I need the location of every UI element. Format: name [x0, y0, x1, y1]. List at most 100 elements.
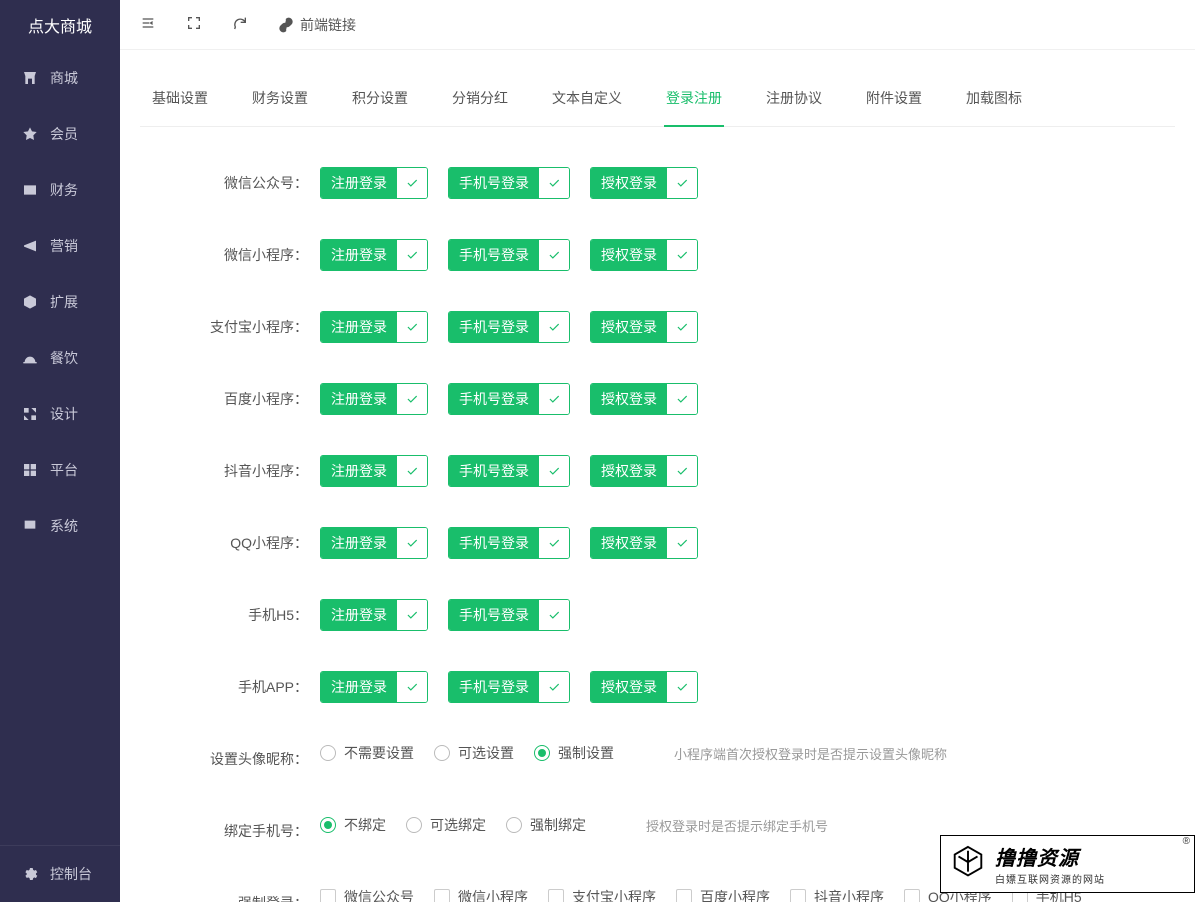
- login-option-button[interactable]: 注册登录: [320, 455, 428, 487]
- radio-option[interactable]: 可选绑定: [406, 815, 486, 835]
- check-icon: [539, 672, 569, 702]
- sidebar-item-label: 控制台: [50, 864, 92, 884]
- login-option-button[interactable]: 手机号登录: [448, 239, 570, 271]
- row-label: 微信小程序：: [140, 239, 320, 271]
- check-icon: [397, 456, 427, 486]
- login-option-button[interactable]: 手机号登录: [448, 455, 570, 487]
- collapse-icon[interactable]: [140, 15, 156, 34]
- tab-6[interactable]: 注册协议: [764, 70, 824, 126]
- login-option-button[interactable]: 注册登录: [320, 383, 428, 415]
- sidebar-item-7[interactable]: 平台: [0, 442, 120, 498]
- platform-row-0: 微信公众号：注册登录手机号登录授权登录: [140, 147, 1175, 219]
- row-controls: 注册登录 手机号登录授权登录: [320, 527, 1175, 559]
- login-option-button[interactable]: 手机号登录: [448, 599, 570, 631]
- login-option-button[interactable]: 手机号登录: [448, 671, 570, 703]
- sidebar-item-8[interactable]: 系统: [0, 498, 120, 554]
- row-label: 微信公众号：: [140, 167, 320, 199]
- login-option-label: 授权登录: [591, 528, 667, 558]
- tab-3[interactable]: 分销分红: [450, 70, 510, 126]
- platform-icon: [22, 462, 38, 478]
- tab-5[interactable]: 登录注册: [664, 70, 724, 126]
- login-option-label: 授权登录: [591, 672, 667, 702]
- checkbox-option[interactable]: 微信公众号: [320, 887, 414, 902]
- content: 基础设置财务设置积分设置分销分红文本自定义登录注册注册协议附件设置加载图标 微信…: [120, 50, 1195, 902]
- radio-option[interactable]: 不需要设置: [320, 743, 414, 763]
- radio-option[interactable]: 不绑定: [320, 815, 386, 835]
- checkbox-option[interactable]: 支付宝小程序: [548, 887, 656, 902]
- login-option-button[interactable]: 注册登录: [320, 671, 428, 703]
- login-option-button[interactable]: 手机号登录: [448, 167, 570, 199]
- login-option-label: 授权登录: [591, 456, 667, 486]
- platform-row-3: 百度小程序：注册登录手机号登录授权登录: [140, 363, 1175, 435]
- login-option-button[interactable]: 授权登录: [590, 239, 698, 271]
- radio-option[interactable]: 强制绑定: [506, 815, 586, 835]
- sidebar-item-label: 系统: [50, 516, 78, 536]
- login-option-button[interactable]: 注册登录: [320, 167, 428, 199]
- check-icon: [397, 240, 427, 270]
- sidebar-item-0[interactable]: 商城: [0, 50, 120, 106]
- login-option-button[interactable]: 授权登录: [590, 383, 698, 415]
- login-option-button[interactable]: 手机号登录: [448, 311, 570, 343]
- sidebar-item-5[interactable]: 餐饮: [0, 330, 120, 386]
- checkbox-option[interactable]: 微信小程序: [434, 887, 528, 902]
- row-label: QQ小程序：: [140, 527, 320, 559]
- sidebar-item-4[interactable]: 扩展: [0, 274, 120, 330]
- checkbox-label: 百度小程序: [700, 887, 770, 902]
- check-icon: [397, 168, 427, 198]
- radio-icon: [320, 745, 336, 761]
- login-option-button[interactable]: 注册登录: [320, 527, 428, 559]
- platform-row-6: 手机H5：注册登录手机号登录: [140, 579, 1175, 651]
- login-option-button[interactable]: 授权登录: [590, 671, 698, 703]
- sidebar-item-label: 扩展: [50, 292, 78, 312]
- login-option-button[interactable]: 授权登录: [590, 311, 698, 343]
- sidebar-item-2[interactable]: 财务: [0, 162, 120, 218]
- login-option-label: 授权登录: [591, 168, 667, 198]
- tab-2[interactable]: 积分设置: [350, 70, 410, 126]
- platform-row-7: 手机APP：注册登录手机号登录授权登录: [140, 651, 1175, 723]
- login-option-button[interactable]: 授权登录: [590, 455, 698, 487]
- radio-option[interactable]: 可选设置: [434, 743, 514, 763]
- radio-label: 强制设置: [558, 743, 614, 763]
- checkbox-option[interactable]: 抖音小程序: [790, 887, 884, 902]
- tab-4[interactable]: 文本自定义: [550, 70, 624, 126]
- platform-row-2: 支付宝小程序：注册登录手机号登录授权登录: [140, 291, 1175, 363]
- sidebar-item-6[interactable]: 设计: [0, 386, 120, 442]
- sidebar-item-1[interactable]: 会员: [0, 106, 120, 162]
- tab-0[interactable]: 基础设置: [150, 70, 210, 126]
- row-label: 手机APP：: [140, 671, 320, 703]
- check-icon: [539, 312, 569, 342]
- radio-icon: [534, 745, 550, 761]
- tabs: 基础设置财务设置积分设置分销分红文本自定义登录注册注册协议附件设置加载图标: [140, 70, 1175, 127]
- radio-option[interactable]: 强制设置: [534, 743, 614, 763]
- fullscreen-icon[interactable]: [186, 15, 202, 34]
- tab-1[interactable]: 财务设置: [250, 70, 310, 126]
- login-option-button[interactable]: 注册登录: [320, 239, 428, 271]
- check-icon: [667, 384, 697, 414]
- row-label: 绑定手机号：: [140, 815, 320, 847]
- row-controls: 不绑定可选绑定强制绑定授权登录时是否提示绑定手机号: [320, 815, 1175, 835]
- login-option-button[interactable]: 注册登录: [320, 311, 428, 343]
- login-option-label: 注册登录: [321, 528, 397, 558]
- check-icon: [667, 528, 697, 558]
- check-icon: [667, 240, 697, 270]
- login-option-button[interactable]: 手机号登录: [448, 383, 570, 415]
- login-option-button[interactable]: 授权登录: [590, 527, 698, 559]
- check-icon: [397, 600, 427, 630]
- check-icon: [667, 168, 697, 198]
- login-option-label: 手机号登录: [449, 312, 539, 342]
- checkbox-option[interactable]: 百度小程序: [676, 887, 770, 902]
- tab-8[interactable]: 加载图标: [964, 70, 1024, 126]
- login-option-label: 授权登录: [591, 312, 667, 342]
- login-option-button[interactable]: 授权登录: [590, 167, 698, 199]
- refresh-icon[interactable]: [232, 15, 248, 34]
- tab-7[interactable]: 附件设置: [864, 70, 924, 126]
- extend-icon: [22, 294, 38, 310]
- front-link[interactable]: 前端链接: [278, 15, 356, 35]
- sidebar-item-3[interactable]: 营销: [0, 218, 120, 274]
- sidebar-item-console[interactable]: 控制台: [0, 846, 120, 902]
- finance-icon: [22, 182, 38, 198]
- login-option-button[interactable]: 注册登录: [320, 599, 428, 631]
- login-option-button[interactable]: 手机号登录: [448, 527, 570, 559]
- link-icon: [278, 17, 294, 33]
- main: 前端链接 基础设置财务设置积分设置分销分红文本自定义登录注册注册协议附件设置加载…: [120, 0, 1195, 902]
